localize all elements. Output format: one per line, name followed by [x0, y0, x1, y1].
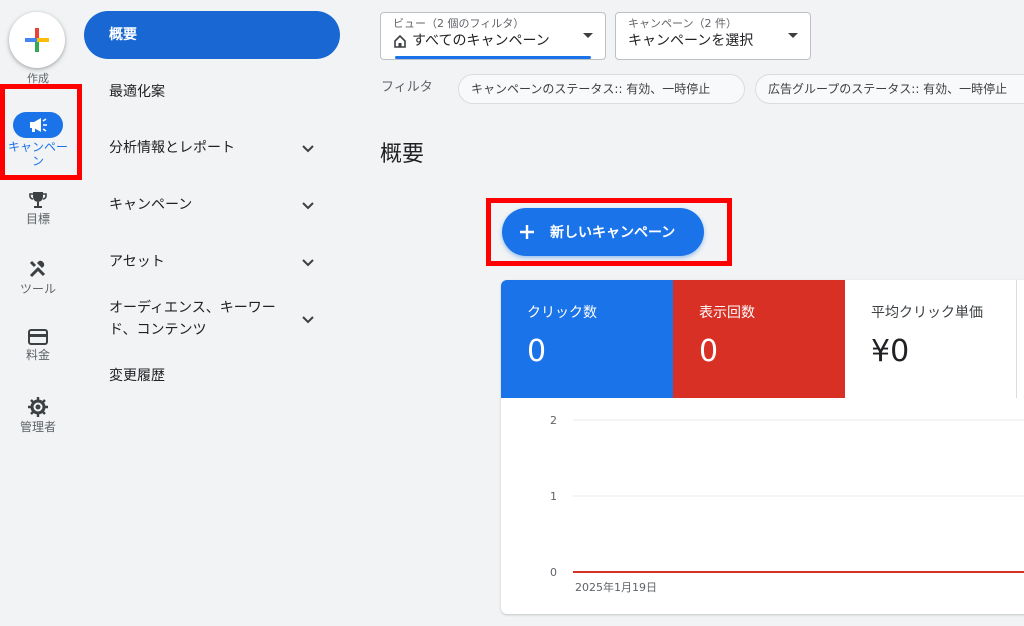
rail-item-billing[interactable]: 料金 [0, 328, 76, 362]
page-title: 概要 [380, 142, 425, 167]
metric-value: 0 [699, 334, 719, 369]
nav-item-label: 分析情報とレポート [109, 140, 235, 156]
nav-item-label: 概要 [109, 27, 137, 43]
chevron-down-icon [302, 202, 314, 210]
rail-item-goals[interactable]: 目標 [0, 190, 76, 226]
rail-item-label: 目標 [25, 212, 50, 226]
rail-item-label: 料金 [25, 348, 50, 362]
nav-item-campaigns[interactable]: キャンペーン [84, 193, 340, 217]
credit-card-icon [0, 328, 76, 346]
nav-item-label: オーディエンス、キーワード、コンテンツ [109, 300, 276, 338]
tools-icon [0, 258, 76, 280]
new-campaign-label: 新しいキャンペーン [550, 225, 676, 241]
create-button[interactable] [9, 12, 65, 68]
plus-icon [520, 225, 534, 239]
metric-value: 0 [527, 334, 547, 369]
view-dropdown-underline [395, 56, 591, 59]
filter-label: フィルタ [381, 80, 433, 95]
plus-multicolor-icon [25, 28, 49, 52]
performance-card: クリック数 0 表示回数 0 平均クリック単価 ¥0 2 1 0 2025年1月… [501, 280, 1024, 614]
y-tick-label: 1 [550, 490, 557, 503]
view-dropdown-label: ビュー（2 個のフィルタ） [393, 17, 525, 30]
filter-chip-campaign-status[interactable]: キャンペーンのステータス:: 有効、一時停止 [458, 74, 745, 104]
chevron-down-icon [302, 259, 314, 267]
filter-chip-adgroup-status[interactable]: 広告グループのステータス:: 有効、一時停止 [755, 74, 1024, 104]
rail-item-label: 管理者 [19, 420, 56, 434]
new-campaign-button[interactable]: 新しいキャンペーン [502, 208, 704, 256]
rail-item-label: ツール [19, 282, 56, 296]
nav-item-label: 最適化案 [109, 84, 165, 100]
nav-item-label: キャンペーン [109, 197, 193, 213]
nav-item-recommendations[interactable]: 最適化案 [84, 80, 340, 104]
metric-label: 表示回数 [699, 305, 755, 321]
trophy-icon [0, 190, 76, 210]
caret-down-icon [583, 33, 593, 38]
megaphone-icon [13, 112, 63, 138]
x-tick-label: 2025年1月19日 [575, 580, 657, 594]
nav-item-overview[interactable]: 概要 [84, 11, 340, 59]
create-label: 作成 [27, 72, 49, 85]
rail-item-campaigns[interactable]: キャンペーン [0, 112, 76, 168]
nav-item-audiences-keywords-content[interactable]: オーディエンス、キーワード、コンテンツ [84, 296, 340, 342]
metric-value: ¥0 [871, 334, 910, 369]
campaign-dropdown-value: キャンペーンを選択 [628, 33, 754, 49]
nav-item-assets[interactable]: アセット [84, 250, 340, 274]
chevron-down-icon [302, 316, 314, 324]
main-content: ビュー（2 個のフィルタ） すべてのキャンペーン キャンペーン（2 件） キャン… [360, 0, 1024, 626]
metric-label: 平均クリック単価 [871, 305, 983, 321]
left-rail: 作成 キャンペーン 目標 ツール 料金 管理者 [0, 0, 76, 626]
nav-item-change-history[interactable]: 変更履歴 [84, 364, 340, 388]
view-dropdown[interactable]: ビュー（2 個のフィルタ） すべてのキャンペーン [380, 12, 606, 60]
view-dropdown-value: すべてのキャンペーン [412, 33, 550, 49]
metric-clicks[interactable]: クリック数 0 [501, 280, 673, 398]
rail-item-admin[interactable]: 管理者 [0, 396, 76, 434]
y-tick-label: 2 [550, 414, 557, 427]
chevron-down-icon [302, 145, 314, 153]
nav-item-label: 変更履歴 [109, 368, 165, 384]
metric-avg-cpc[interactable]: 平均クリック単価 ¥0 [845, 280, 1017, 398]
home-icon [394, 34, 406, 48]
campaign-dropdown[interactable]: キャンペーン（2 件） キャンペーンを選択 [615, 12, 811, 60]
campaign-dropdown-label: キャンペーン（2 件） [628, 17, 737, 30]
performance-chart: 2 1 0 2025年1月19日 [550, 414, 1024, 594]
caret-down-icon [788, 33, 798, 38]
secondary-nav: 概要 最適化案 分析情報とレポート キャンペーン アセット オーディエンス、キー… [84, 0, 344, 626]
metric-impressions[interactable]: 表示回数 0 [673, 280, 845, 398]
gear-icon [0, 396, 76, 418]
rail-item-tools[interactable]: ツール [0, 258, 76, 296]
y-tick-label: 0 [550, 566, 557, 579]
nav-item-label: アセット [109, 254, 165, 270]
rail-item-label: キャンペーン [7, 140, 68, 168]
metric-label: クリック数 [527, 305, 597, 321]
nav-item-insights-reports[interactable]: 分析情報とレポート [84, 136, 340, 160]
